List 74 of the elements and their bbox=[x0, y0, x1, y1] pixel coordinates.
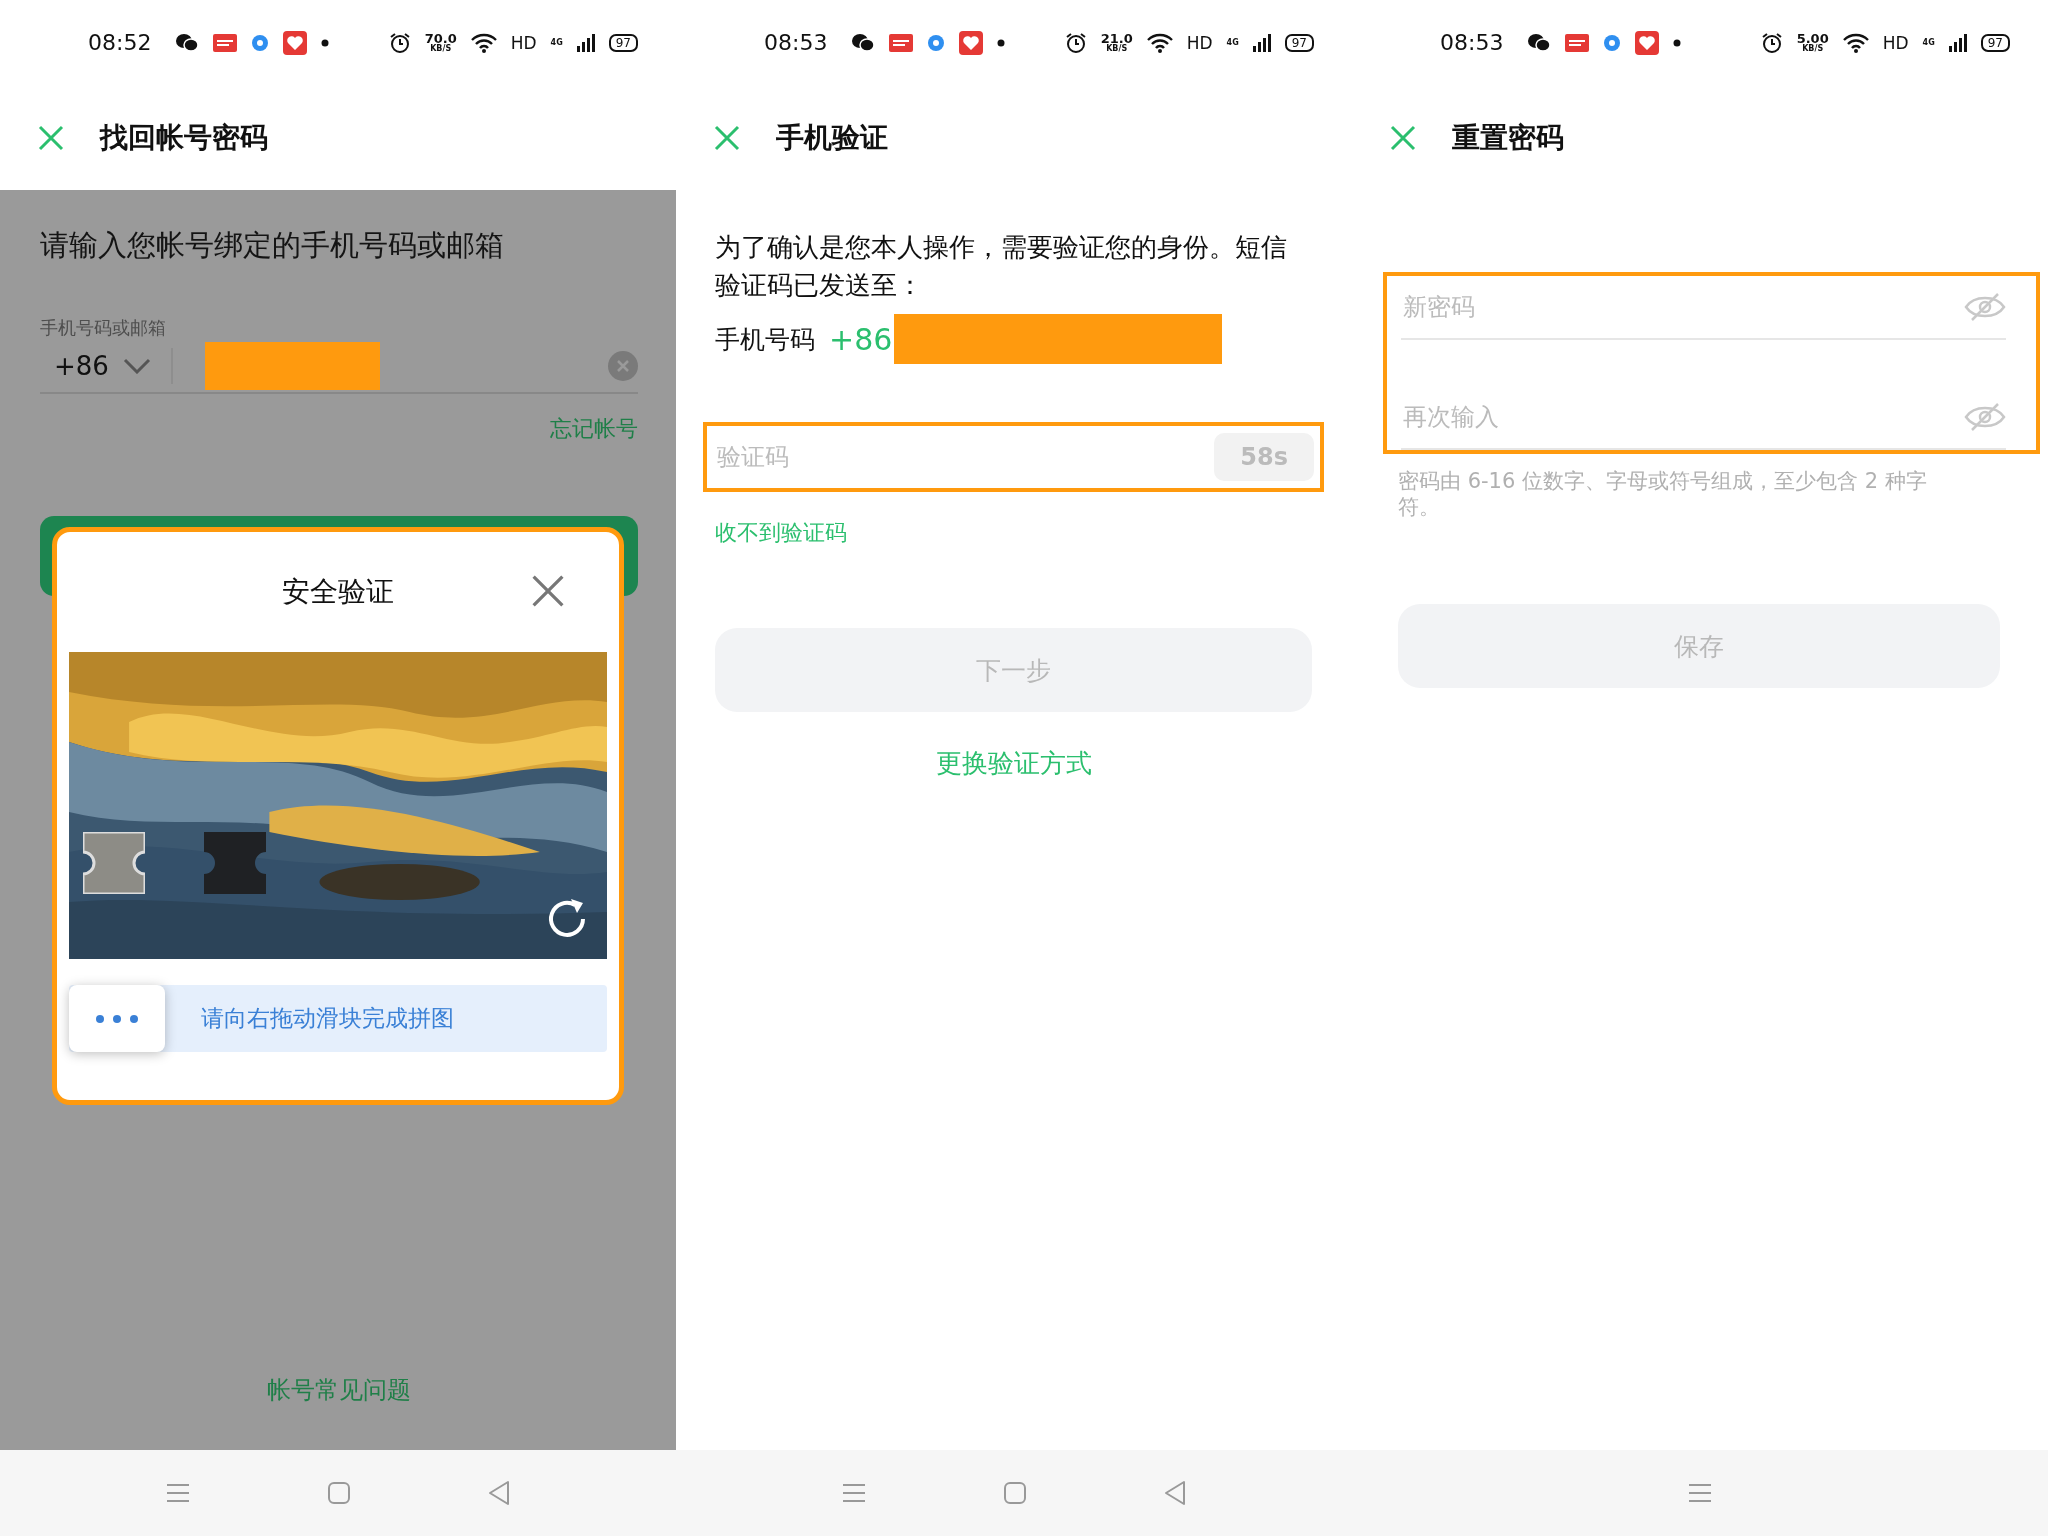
password-field[interactable]: 新密码 bbox=[1401, 292, 1964, 322]
signal-icon bbox=[1948, 33, 1967, 52]
close-button[interactable] bbox=[531, 574, 565, 608]
puzzle-piece-icon bbox=[83, 832, 145, 894]
signal-icon bbox=[1252, 33, 1271, 52]
app-circle-icon bbox=[1603, 33, 1622, 52]
home-icon[interactable] bbox=[327, 1481, 351, 1505]
menu-icon[interactable] bbox=[165, 1482, 191, 1504]
page-title: 重置密码 bbox=[1452, 119, 1564, 156]
signal-icon bbox=[576, 33, 595, 52]
dot-icon bbox=[1673, 38, 1682, 47]
signal-label: 4G bbox=[1226, 38, 1239, 47]
alarm-icon bbox=[388, 31, 411, 54]
network-label: HD bbox=[510, 32, 537, 53]
heart-app-icon bbox=[283, 30, 308, 55]
instruction-text: 请输入您帐号绑定的手机号码或邮箱 bbox=[40, 227, 505, 264]
field-label: 手机号码或邮箱 bbox=[40, 316, 167, 340]
back-icon[interactable] bbox=[1163, 1480, 1187, 1506]
close-icon bbox=[1390, 124, 1416, 151]
alarm-icon bbox=[1064, 31, 1087, 54]
app-circle-icon bbox=[251, 33, 270, 52]
news-app-icon bbox=[889, 33, 914, 52]
no-code-link[interactable]: 收不到验证码 bbox=[715, 518, 847, 548]
battery-level: 97 bbox=[1284, 33, 1314, 52]
eye-slash-icon[interactable] bbox=[1964, 292, 2006, 322]
dot-icon bbox=[997, 38, 1006, 47]
forgot-account-link[interactable]: 忘记帐号 bbox=[550, 414, 638, 444]
chat-app-icon bbox=[175, 32, 200, 53]
page-title: 找回帐号密码 bbox=[100, 119, 268, 156]
network-label: HD bbox=[1186, 32, 1213, 53]
account-faq-link[interactable]: 帐号常见问题 bbox=[267, 1374, 411, 1406]
slider-handle[interactable] bbox=[69, 985, 165, 1052]
eye-slash-icon[interactable] bbox=[1964, 402, 2006, 432]
chevron-down-icon[interactable] bbox=[122, 358, 151, 374]
heart-app-icon bbox=[959, 30, 984, 55]
close-icon bbox=[714, 124, 740, 151]
clear-icon[interactable] bbox=[608, 351, 638, 381]
password-field[interactable]: 再次输入 bbox=[1401, 402, 1964, 432]
dot-icon bbox=[321, 38, 330, 47]
status-time: 08:52 bbox=[88, 30, 152, 55]
menu-icon[interactable] bbox=[1687, 1482, 1713, 1504]
switch-method-link[interactable]: 更换验证方式 bbox=[935, 746, 1092, 781]
chat-app-icon bbox=[1527, 32, 1552, 53]
phone-label: 手机号码 bbox=[715, 323, 815, 356]
instruction-text: 为了确认是您本人操作，需要验证您的身份。短信验证码已发送至： bbox=[715, 231, 1288, 302]
close-icon bbox=[38, 124, 64, 151]
news-app-icon bbox=[213, 33, 238, 52]
battery-level: 97 bbox=[608, 33, 638, 52]
signal-label: 4G bbox=[1922, 38, 1935, 47]
network-speed: 21.0 KB/S bbox=[1100, 32, 1133, 53]
signal-label: 4G bbox=[550, 38, 563, 47]
status-time: 08:53 bbox=[764, 30, 828, 55]
back-icon[interactable] bbox=[487, 1480, 511, 1506]
battery-level: 97 bbox=[1980, 33, 2010, 52]
chat-app-icon bbox=[851, 32, 876, 53]
home-icon[interactable] bbox=[1003, 1481, 1027, 1505]
wifi-icon bbox=[1146, 32, 1173, 53]
wifi-icon bbox=[470, 32, 497, 53]
app-circle-icon bbox=[927, 33, 946, 52]
slider-hint: 请向右拖动滑块完成拼图 bbox=[201, 1004, 454, 1033]
network-speed: 70.0 KB/S bbox=[424, 32, 457, 53]
menu-icon[interactable] bbox=[841, 1482, 867, 1504]
alarm-icon bbox=[1760, 31, 1783, 54]
dialog-title: 安全验证 bbox=[282, 574, 394, 610]
wifi-icon bbox=[1842, 32, 1869, 53]
network-label: HD bbox=[1882, 32, 1909, 53]
page-title: 手机验证 bbox=[776, 119, 888, 156]
network-speed: 5.00 KB/S bbox=[1796, 32, 1829, 53]
heart-app-icon bbox=[1635, 30, 1660, 55]
status-time: 08:53 bbox=[1440, 30, 1504, 55]
password-hint: 密码由 6-16 位数字、字母或符号组成，至少包含 2 种字符。 bbox=[1398, 468, 1928, 520]
country-code: +86 bbox=[829, 321, 893, 357]
country-code[interactable]: +86 bbox=[54, 351, 109, 381]
news-app-icon bbox=[1565, 33, 1590, 52]
